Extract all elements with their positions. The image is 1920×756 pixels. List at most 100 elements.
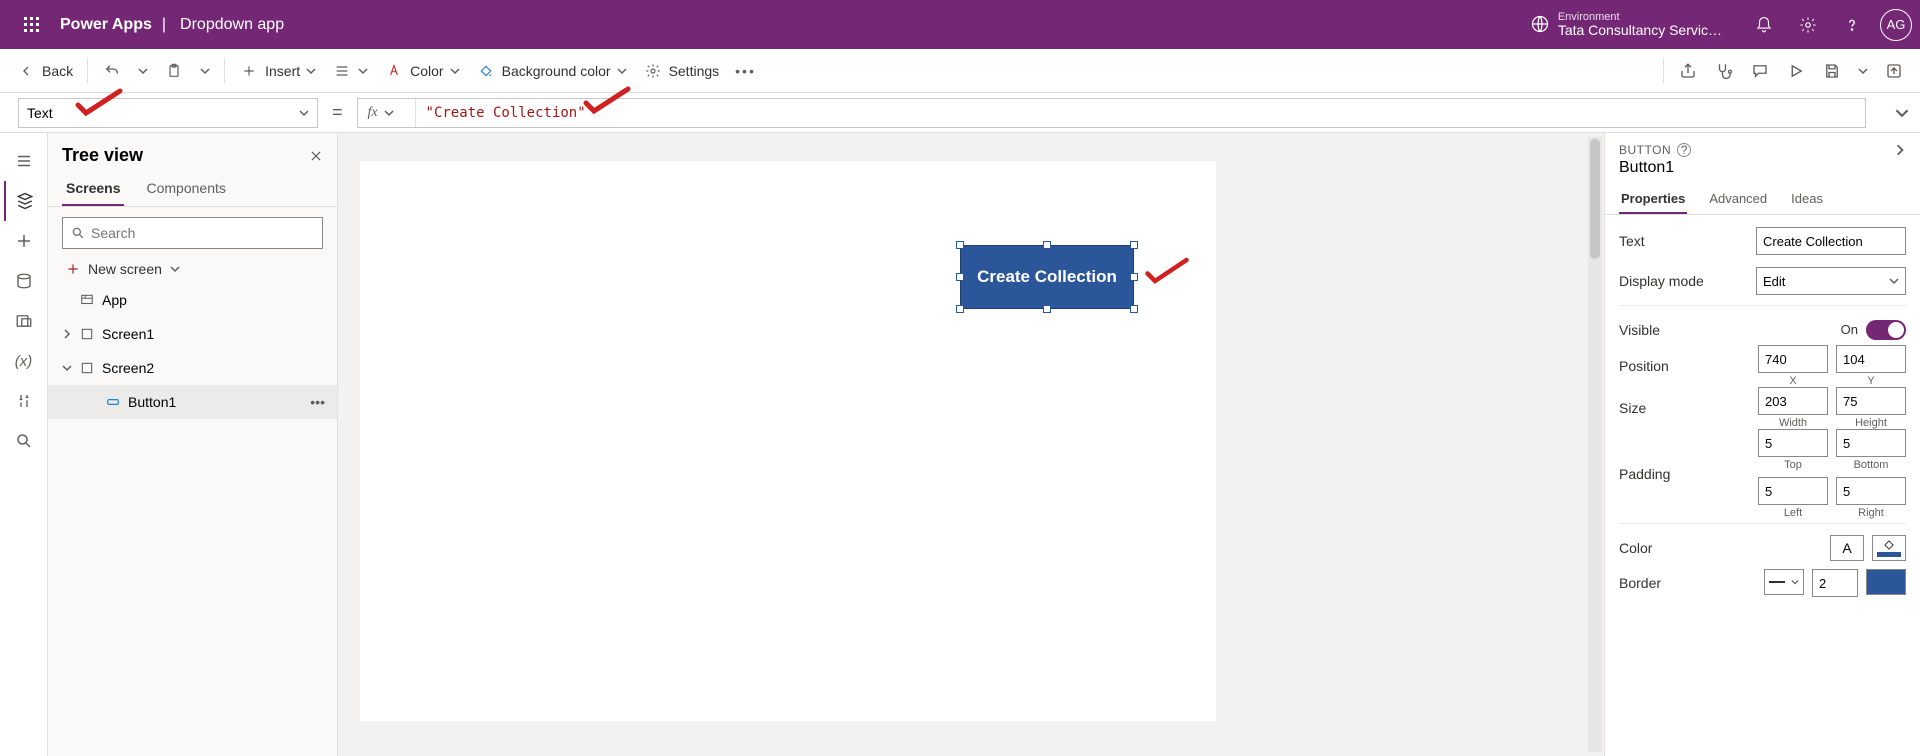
color-label: Color [410,63,443,79]
paste-dropdown[interactable] [192,49,218,92]
settings-label: Settings [669,63,720,79]
help-icon[interactable] [1830,3,1874,47]
bgcolor-button[interactable]: Background color [468,49,635,92]
tree-item-app[interactable]: App [48,283,337,317]
tab-screens[interactable]: Screens [62,172,124,206]
layout-button[interactable] [324,49,376,92]
prop-visible-toggle[interactable] [1866,320,1906,340]
checker-button[interactable] [1706,49,1742,92]
settings-gear-icon[interactable] [1786,3,1830,47]
font-color-picker[interactable]: A [1830,535,1864,561]
stethoscope-icon [1714,62,1734,80]
prop-displaymode-select[interactable]: Edit [1756,267,1906,295]
tree-item-screen1[interactable]: Screen1 [48,317,337,351]
tab-properties[interactable]: Properties [1619,185,1687,214]
tree-search[interactable] [62,217,323,249]
prop-width-input[interactable] [1758,387,1828,415]
prop-position-label: Position [1619,358,1758,374]
font-color-icon [384,63,404,79]
clipboard-icon [164,63,184,79]
new-screen-button[interactable]: New screen [48,255,337,283]
resize-handle[interactable] [1043,241,1051,249]
chevron-right-icon[interactable] [1894,144,1906,156]
color-button[interactable]: Color [376,49,467,92]
chevron-down-icon [358,66,368,76]
insert-button[interactable]: Insert [231,49,324,92]
resize-handle[interactable] [1130,305,1138,313]
rail-media[interactable] [4,301,44,341]
notifications-icon[interactable] [1742,3,1786,47]
chevron-down-icon [1889,276,1899,286]
resize-handle[interactable] [956,241,964,249]
tab-advanced[interactable]: Advanced [1707,185,1769,214]
tree-view-panel: Tree view Screens Components New screen … [48,133,338,756]
prop-pad-bottom-input[interactable] [1836,429,1906,457]
rail-hamburger[interactable] [4,141,44,181]
environment-picker[interactable]: Environment Tata Consultancy Servic… [1530,11,1722,38]
prop-pad-top-input[interactable] [1758,429,1828,457]
prop-text-label: Text [1619,233,1756,249]
fx-label[interactable]: fx [358,99,416,127]
rail-search[interactable] [4,421,44,461]
resize-handle[interactable] [956,273,964,281]
rail-variables[interactable]: (x) [4,341,44,381]
rail-data[interactable] [4,261,44,301]
publish-button[interactable] [1876,49,1912,92]
border-style-picker[interactable] [1764,569,1804,595]
tree-item-label: Button1 [128,394,176,410]
fill-color-picker[interactable] [1872,535,1906,561]
user-avatar[interactable]: AG [1880,9,1912,41]
canvas-scrollbar[interactable] [1588,137,1602,752]
comments-button[interactable] [1742,49,1778,92]
formula-input[interactable]: "Create Collection" [416,105,1865,121]
more-icon[interactable]: ••• [310,394,325,410]
share-button[interactable] [1670,49,1706,92]
sublabel-left: Left [1758,507,1828,519]
back-button[interactable]: Back [8,49,81,92]
tree-item-button1[interactable]: Button1 ••• [48,385,337,419]
prop-height-input[interactable] [1836,387,1906,415]
settings-button[interactable]: Settings [635,49,728,92]
formula-expand[interactable] [1884,106,1920,120]
save-dropdown[interactable] [1850,49,1876,92]
border-color-picker[interactable] [1866,569,1906,595]
tree-search-input[interactable] [91,225,314,241]
chevron-down-icon[interactable] [62,363,76,373]
environment-name: Tata Consultancy Servic… [1558,23,1722,38]
canvas-button-control[interactable]: Create Collection [960,245,1134,309]
resize-handle[interactable] [956,305,964,313]
resize-handle[interactable] [1130,273,1138,281]
tree-item-screen2[interactable]: Screen2 [48,351,337,385]
tree-item-label: Screen2 [102,360,154,376]
chevron-down-icon [617,66,627,76]
overflow-button[interactable]: ••• [727,49,764,92]
chevron-down-icon [1791,578,1799,586]
prop-text-input[interactable] [1756,227,1906,255]
insert-label: Insert [265,63,300,79]
screen-canvas[interactable]: Create Collection [360,161,1216,721]
undo-button[interactable] [94,49,130,92]
preview-button[interactable] [1778,49,1814,92]
undo-dropdown[interactable] [130,49,156,92]
prop-x-input[interactable] [1758,345,1828,373]
resize-handle[interactable] [1130,241,1138,249]
rail-insert[interactable] [4,221,44,261]
app-launcher-icon[interactable] [8,1,56,49]
resize-handle[interactable] [1043,305,1051,313]
tab-components[interactable]: Components [142,172,229,206]
share-icon [1678,62,1698,80]
rail-tools[interactable] [4,381,44,421]
help-icon[interactable]: ? [1677,143,1691,157]
property-dropdown[interactable]: Text [18,98,318,128]
prop-pad-left-input[interactable] [1758,477,1828,505]
border-width-input[interactable] [1812,569,1858,597]
prop-y-input[interactable] [1836,345,1906,373]
chevron-right-icon[interactable] [62,329,76,339]
paste-button[interactable] [156,49,192,92]
prop-pad-right-input[interactable] [1836,477,1906,505]
app-name: Dropdown app [180,16,284,34]
tab-ideas[interactable]: Ideas [1789,185,1825,214]
close-icon[interactable] [309,149,323,163]
rail-tree-view[interactable] [4,181,44,221]
save-button[interactable] [1814,49,1850,92]
